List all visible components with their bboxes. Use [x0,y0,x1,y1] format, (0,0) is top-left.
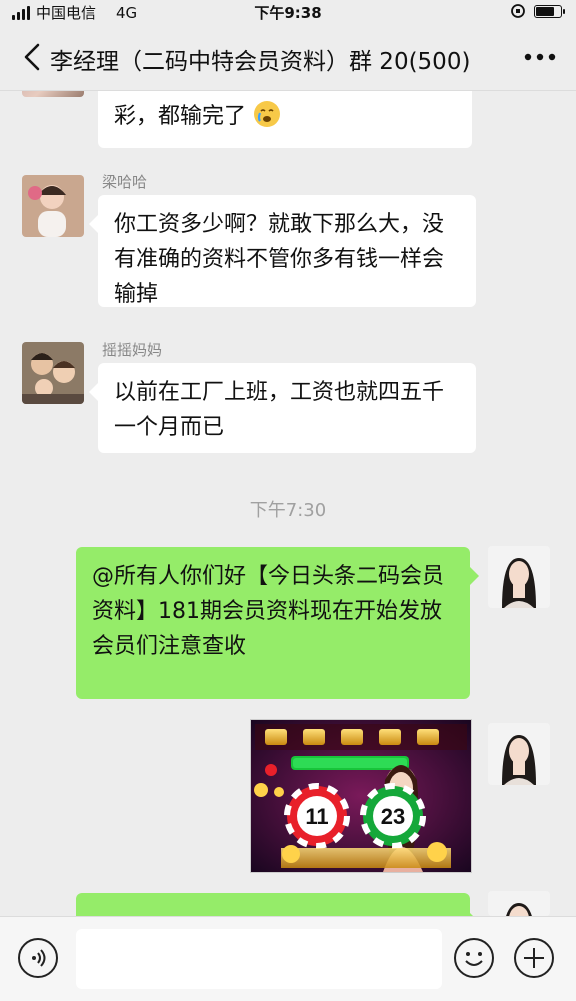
avatar[interactable] [22,175,84,237]
sender-name: 摇摇妈妈 [102,341,163,359]
child-photo-icon [22,175,84,237]
image-message[interactable]: 11 23 [250,719,472,873]
orientation-lock-icon [511,4,525,18]
avatar[interactable] [488,723,550,785]
chat-messages[interactable]: 彩，都输完了 梁哈哈 你工资多少啊？就敢下那么大，没有准确的资料不管你多有钱一样… [0,91,576,916]
crying-face-icon [254,101,281,127]
message-text: 彩，都输完了 [114,104,247,129]
message-bubble[interactable] [76,893,479,916]
woman-portrait-icon [488,723,550,785]
battery-icon [534,4,565,18]
chevron-left-icon[interactable] [18,40,48,74]
avatar[interactable] [488,546,550,608]
message-text-line: 彩，都输完了 [114,99,281,134]
promo-poster-image: 11 23 [251,720,471,872]
avatar[interactable] [488,891,550,916]
message-bubble[interactable]: 彩，都输完了 [98,91,472,148]
plus-icon[interactable] [514,938,554,978]
message-bubble[interactable]: 你工资多少啊？就敢下那么大，没有准确的资料不管你多有钱一样会输掉 [89,195,476,307]
voice-icon[interactable] [18,938,58,978]
message-input[interactable] [76,929,442,989]
woman-portrait-icon [488,546,550,608]
chat-title: 李经理（二码中特会员资料）群 20(500) [50,49,471,75]
sender-name: 梁哈哈 [102,173,148,191]
clock: 下午9:38 [254,4,322,22]
promo-number-1: 11 [305,804,328,829]
family-photo-icon [22,342,84,404]
message-text: 你工资多少啊？就敢下那么大，没有准确的资料不管你多有钱一样会输掉 [114,212,445,307]
more-dots-icon[interactable] [520,40,560,74]
woman-portrait-icon [488,891,550,916]
message-bubble[interactable]: @所有人你们好【今日头条二码会员资料】181期会员资料现在开始发放会员们注意查收 [76,547,479,699]
avatar[interactable] [22,342,84,404]
avatar[interactable] [22,91,84,97]
message-text: @所有人你们好【今日头条二码会员资料】181期会员资料现在开始发放会员们注意查收 [92,564,445,659]
battery-level [536,6,554,16]
message-timestamp: 下午7:30 [249,500,327,521]
promo-number-2: 23 [381,804,405,829]
status-bar: 中国电信 4G 下午9:38 [0,0,576,24]
chat-header: 李经理（二码中特会员资料）群 20(500) [0,24,576,91]
input-bar [0,916,576,1001]
message-bubble[interactable]: 以前在工厂上班，工资也就四五千一个月而已 [89,363,476,453]
emoji-icon[interactable] [454,938,494,978]
message-text: 以前在工厂上班，工资也就四五千一个月而已 [114,380,445,440]
